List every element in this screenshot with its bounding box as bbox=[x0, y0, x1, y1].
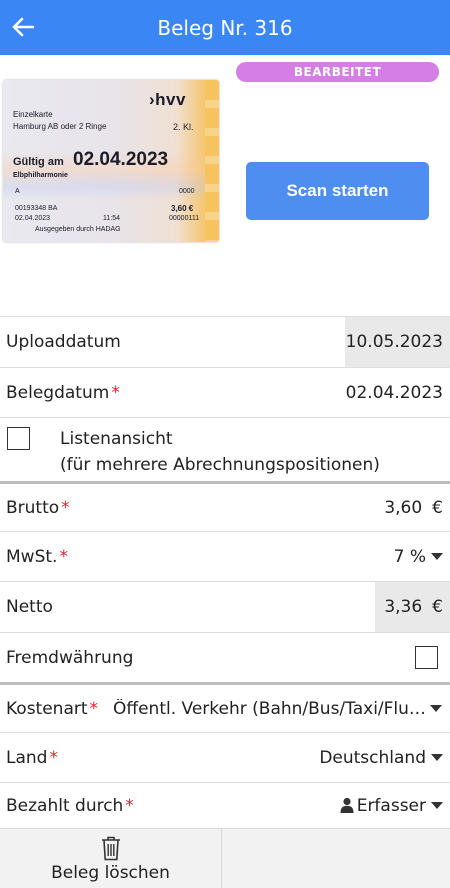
paid-by-value: Erfasser bbox=[356, 795, 426, 816]
ticket-type: Einzelkarte bbox=[13, 110, 53, 119]
gross-value-wrap[interactable]: 3,60 € bbox=[384, 498, 443, 518]
upload-date-label: Uploaddatum bbox=[6, 332, 121, 352]
cost-type-value: Öffentl. Verkehr (Bahn/Bus/Taxi/Flu… bbox=[113, 698, 425, 719]
required-marker: * bbox=[61, 497, 70, 518]
delete-receipt-label: Beleg löschen bbox=[51, 863, 170, 883]
country-row[interactable]: Land * Deutschland bbox=[0, 732, 450, 782]
gross-row[interactable]: Brutto * 3,60 € bbox=[0, 481, 450, 531]
required-marker: * bbox=[89, 698, 99, 719]
list-view-text: Listenansicht (für mehrere Abrechnungspo… bbox=[60, 426, 380, 478]
caret-down-icon bbox=[431, 754, 443, 761]
gross-label: Brutto * bbox=[0, 498, 70, 518]
vat-label: MwSt. * bbox=[0, 547, 68, 567]
vat-label-text: MwSt. bbox=[6, 546, 58, 567]
bottom-action-bar: Beleg löschen bbox=[0, 828, 450, 888]
country-label: Land * bbox=[0, 748, 58, 768]
status-badge: BEARBEITET bbox=[236, 62, 439, 82]
upload-date-value: 10.05.2023 bbox=[345, 332, 443, 352]
ticket-a: A bbox=[15, 188, 20, 195]
country-label-text: Land bbox=[6, 747, 48, 768]
required-marker: * bbox=[59, 546, 68, 567]
paid-by-label: Bezahlt durch * bbox=[0, 796, 134, 816]
ticket-valid-date: 02.04.2023 bbox=[73, 149, 169, 170]
ticket-counter: 00000111 bbox=[169, 215, 200, 222]
vat-row[interactable]: MwSt. * 7 % bbox=[0, 531, 450, 581]
receipt-date-value[interactable]: 02.04.2023 bbox=[346, 383, 443, 403]
foreign-currency-row: Fremdwährung bbox=[0, 632, 450, 682]
ticket-time: 11:54 bbox=[103, 215, 120, 222]
paid-by-label-text: Bezahlt durch bbox=[6, 795, 124, 816]
gross-currency: € bbox=[432, 497, 443, 518]
cost-type-label: Kostenart * bbox=[0, 699, 98, 719]
country-value: Deutschland bbox=[319, 747, 426, 768]
cost-type-label-text: Kostenart bbox=[6, 698, 88, 719]
paid-by-row[interactable]: Bezahlt durch * Erfasser bbox=[0, 782, 450, 828]
receipt-image[interactable]: ›hvv Einzelkarte Hamburg AB oder 2 Ringe… bbox=[3, 80, 219, 242]
caret-down-icon bbox=[431, 553, 443, 560]
ticket-price: 3,60 € bbox=[171, 204, 194, 213]
list-view-label: Listenansicht bbox=[60, 429, 173, 449]
receipt-date-label: Belegdatum * bbox=[0, 383, 120, 403]
arrow-left-icon bbox=[12, 17, 34, 37]
trash-icon bbox=[101, 836, 120, 861]
gross-label-text: Brutto bbox=[6, 497, 60, 518]
net-label: Netto bbox=[6, 597, 53, 617]
caret-down-icon bbox=[430, 705, 442, 712]
ticket-zero: 0000 bbox=[179, 188, 195, 195]
receipt-date-label-text: Belegdatum bbox=[6, 382, 110, 403]
user-icon bbox=[340, 797, 354, 813]
paid-by-select[interactable]: Erfasser bbox=[340, 796, 443, 816]
caret-down-icon bbox=[431, 802, 443, 809]
list-view-row: Listenansicht (für mehrere Abrechnungspo… bbox=[0, 417, 450, 481]
ticket-class: 2. Kl. bbox=[173, 122, 194, 132]
ticket-stub bbox=[205, 80, 219, 242]
ticket-issuer: Ausgegeben durch HADAG bbox=[35, 226, 121, 233]
foreign-currency-checkbox[interactable] bbox=[415, 646, 438, 669]
ticket-valid-label: Gültig am bbox=[13, 156, 64, 168]
hvv-logo: ›hvv bbox=[149, 90, 186, 109]
app-header: Beleg Nr. 316 bbox=[0, 0, 450, 55]
ticket-stop: Elbphilharmonie bbox=[13, 172, 68, 179]
required-marker: * bbox=[49, 747, 58, 768]
page-title: Beleg Nr. 316 bbox=[157, 15, 293, 40]
list-view-checkbox[interactable] bbox=[7, 427, 30, 450]
scan-start-button[interactable]: Scan starten bbox=[246, 162, 429, 220]
gross-value[interactable]: 3,60 bbox=[384, 498, 422, 518]
foreign-currency-label: Fremdwährung bbox=[6, 647, 134, 668]
country-select[interactable]: Deutschland bbox=[319, 748, 443, 768]
receipt-date-row[interactable]: Belegdatum * 02.04.2023 bbox=[0, 367, 450, 417]
vat-value: 7 % bbox=[393, 546, 426, 567]
net-value: 3,36 bbox=[384, 597, 423, 617]
back-button[interactable] bbox=[6, 10, 40, 44]
cost-type-select[interactable]: Öffentl. Verkehr (Bahn/Bus/Taxi/Flu… bbox=[113, 699, 443, 719]
ticket-number: 00193348 BA bbox=[15, 205, 58, 212]
list-view-sublabel: (für mehrere Abrechnungspositionen) bbox=[60, 455, 380, 475]
required-marker: * bbox=[125, 795, 134, 816]
net-row: Netto 3,36 € bbox=[0, 581, 450, 632]
vat-select[interactable]: 7 % bbox=[394, 547, 443, 567]
net-currency: € bbox=[432, 597, 443, 617]
ticket-date: 02.04.2023 bbox=[15, 215, 51, 222]
cost-type-row[interactable]: Kostenart * Öffentl. Verkehr (Bahn/Bus/Ta… bbox=[0, 682, 450, 732]
delete-receipt-button[interactable]: Beleg löschen bbox=[0, 829, 222, 888]
upload-date-row: Uploaddatum 10.05.2023 bbox=[0, 316, 450, 367]
ticket-zone: Hamburg AB oder 2 Ringe bbox=[13, 122, 107, 131]
net-value-box: 3,36 € bbox=[375, 582, 450, 632]
required-marker: * bbox=[111, 382, 120, 403]
upload-date-value-box: 10.05.2023 bbox=[345, 317, 450, 367]
